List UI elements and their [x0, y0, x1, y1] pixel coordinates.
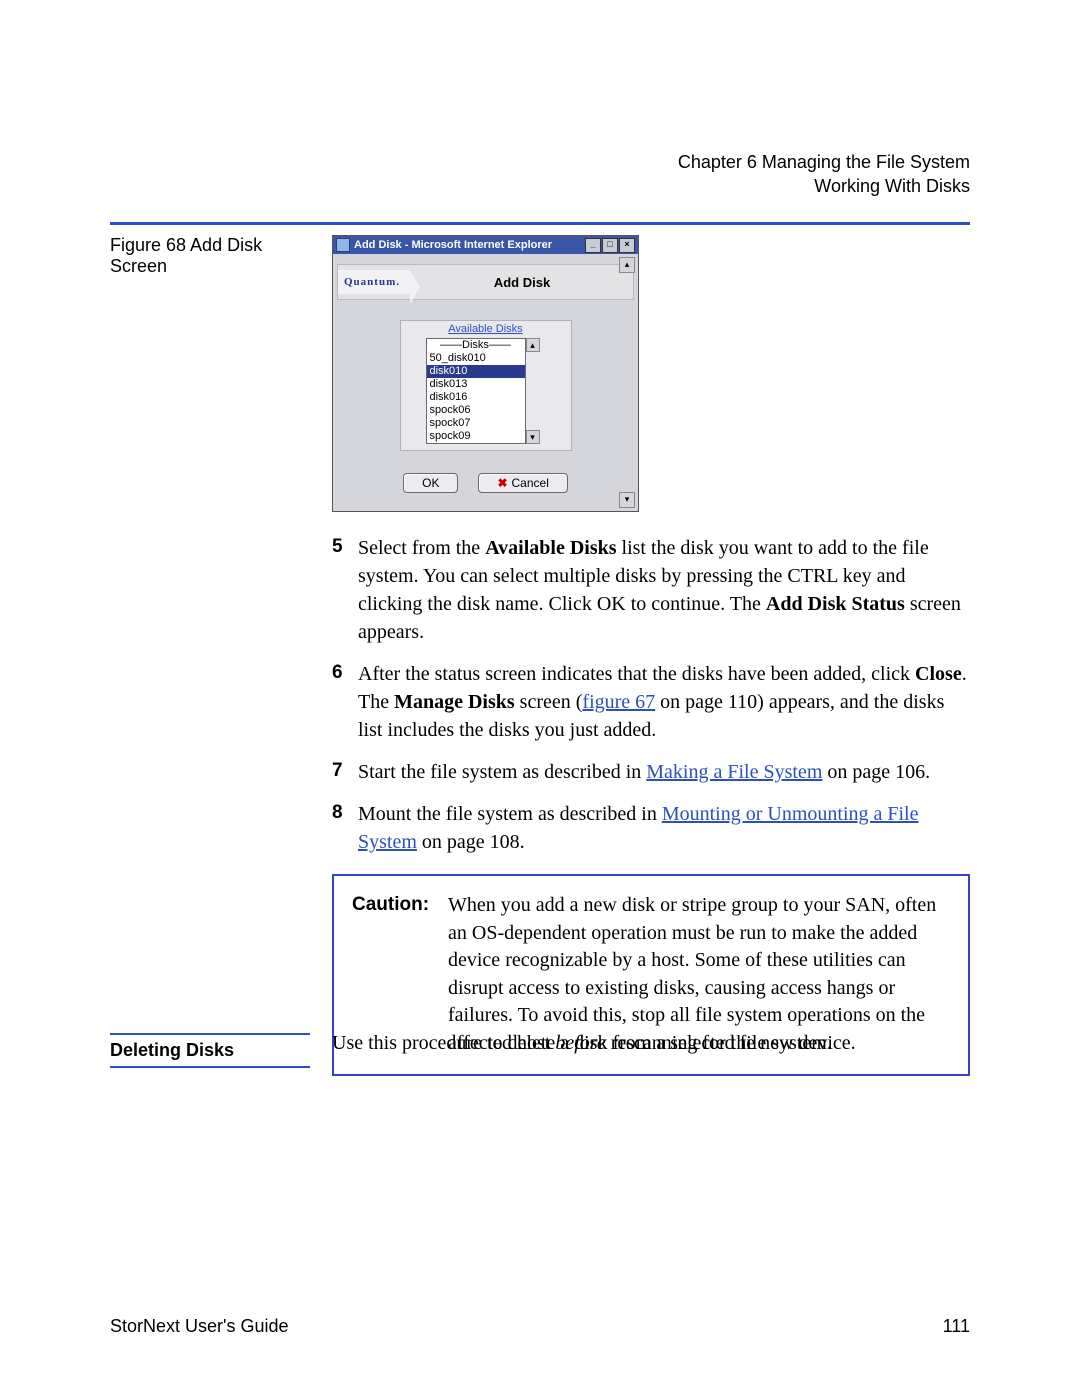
list-item[interactable]: disk013 [427, 378, 525, 391]
subheading-rule-bottom [110, 1066, 310, 1068]
subheading-label: Deleting Disks [110, 1038, 310, 1063]
section-title: Working With Disks [678, 174, 970, 198]
list-item[interactable]: spock06 [427, 404, 525, 417]
list-scroll-up-button[interactable]: ▴ [526, 338, 540, 352]
list-header: ——Disks—— [427, 339, 525, 352]
maximize-button[interactable]: □ [602, 238, 618, 253]
brand-logo: Quantum. [338, 270, 411, 294]
list-item[interactable]: 50_disk010 [427, 352, 525, 365]
footer-left: StorNext User's Guide [110, 1316, 289, 1337]
available-disks-label: Available Disks [401, 323, 571, 335]
page-scroll-up-button[interactable]: ▴ [619, 257, 635, 273]
window-icon [336, 238, 350, 252]
available-disks-listbox[interactable]: ——Disks—— 50_disk010 disk010 disk013 dis… [426, 338, 526, 444]
step-6: 6 After the status screen indicates that… [332, 660, 970, 744]
subheading-block: Deleting Disks [110, 1030, 310, 1071]
page-title: Add Disk [411, 275, 633, 290]
chapter-title: Chapter 6 Managing the File System [678, 150, 970, 174]
subheading-rule-top [110, 1033, 310, 1035]
page-header: Chapter 6 Managing the File System Worki… [678, 150, 970, 199]
step-8: 8 Mount the file system as described in … [332, 800, 970, 856]
add-disk-window: Add Disk - Microsoft Internet Explorer _… [332, 235, 639, 512]
page-scroll-down-button[interactable]: ▾ [619, 492, 635, 508]
figure-67-link[interactable]: figure 67 [582, 691, 655, 713]
window-title: Add Disk - Microsoft Internet Explorer [354, 239, 552, 251]
step-5: 5 Select from the Available Disks list t… [332, 534, 970, 646]
window-titlebar: Add Disk - Microsoft Internet Explorer _… [333, 236, 638, 254]
making-file-system-link[interactable]: Making a File System [646, 761, 822, 783]
figure-caption: Figure 68 Add Disk Screen [110, 235, 310, 277]
close-button[interactable]: × [619, 238, 635, 253]
step-7: 7 Start the file system as described in … [332, 758, 970, 786]
available-disks-panel: Available Disks ——Disks—— 50_disk010 dis… [400, 320, 572, 451]
list-item[interactable]: disk016 [427, 391, 525, 404]
ok-button[interactable]: OK [403, 473, 458, 493]
list-item-selected[interactable]: disk010 [427, 365, 525, 378]
page-number: 111 [943, 1316, 970, 1337]
header-divider [110, 222, 970, 225]
page-footer: StorNext User's Guide 111 [110, 1316, 970, 1337]
list-scroll-down-button[interactable]: ▾ [526, 430, 540, 444]
minimize-button[interactable]: _ [585, 238, 601, 253]
cancel-button[interactable]: Cancel [478, 473, 567, 493]
brand-header: Quantum. Add Disk [337, 264, 634, 300]
subheading-text: Use this procedure to delete a disk from… [332, 1030, 970, 1071]
steps-list: 5 Select from the Available Disks list t… [332, 534, 970, 856]
list-item[interactable]: spock07 [427, 417, 525, 430]
listbox-scrollbar[interactable]: ▴ ▾ [526, 338, 540, 444]
list-item[interactable]: spock09 [427, 430, 525, 443]
